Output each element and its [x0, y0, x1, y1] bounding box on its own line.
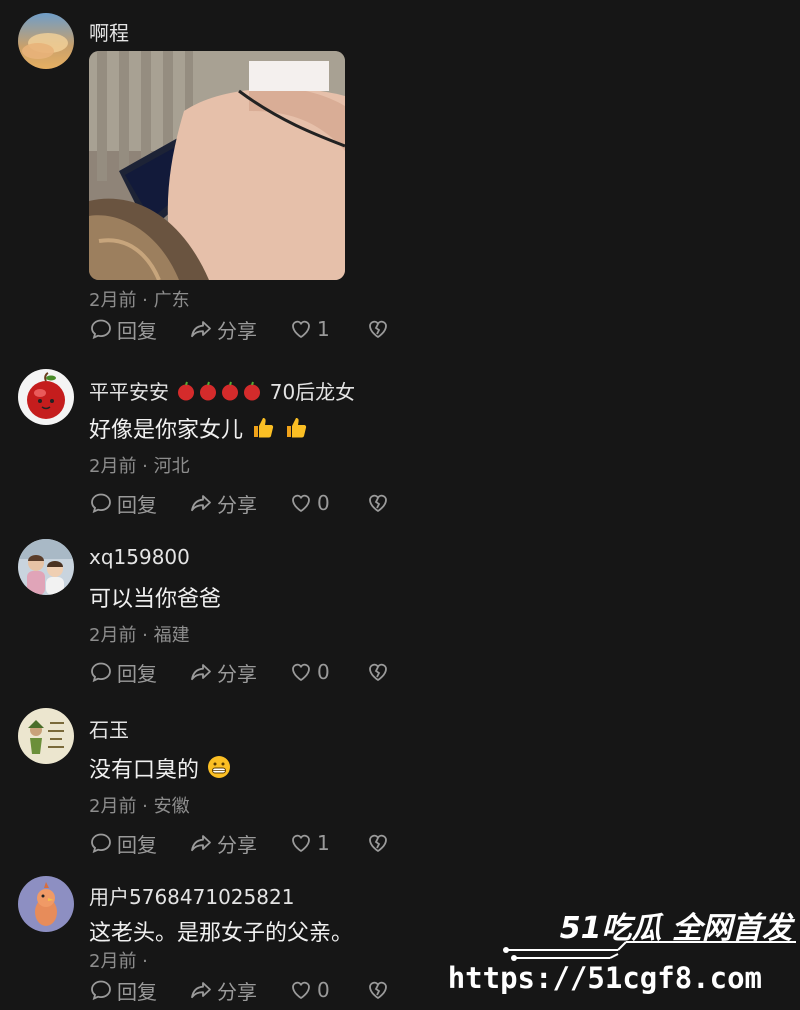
reply-label: 回复 — [117, 492, 157, 517]
dislike-button[interactable] — [366, 491, 396, 515]
reply-icon — [91, 662, 111, 683]
share-button[interactable]: 分享 — [189, 829, 289, 858]
comment-meta: 2月前 · 安徽 — [89, 796, 190, 817]
comment-text-content: 没有口臭的 — [89, 758, 200, 783]
comment-actions: 回复 分享 1 — [89, 314, 396, 344]
share-label: 分享 — [217, 492, 257, 517]
reply-label: 回复 — [117, 318, 157, 343]
username-suffix: 70后龙女 — [269, 380, 356, 404]
dislike-button[interactable] — [366, 660, 396, 684]
heart-icon — [292, 320, 310, 338]
heart-icon — [292, 663, 310, 681]
share-label: 分享 — [217, 832, 257, 857]
broken-heart-icon — [369, 834, 387, 852]
like-count: 0 — [317, 660, 330, 684]
reply-button[interactable]: 回复 — [89, 315, 189, 344]
like-button[interactable]: 0 — [289, 660, 366, 684]
reply-icon — [91, 980, 111, 1001]
share-icon — [191, 982, 211, 999]
watermark-title: 51吃瓜 全网首发 — [559, 911, 792, 946]
dislike-button[interactable] — [366, 831, 396, 855]
share-label: 分享 — [217, 979, 257, 1004]
comment-item: xq159800 可以当你爸爸 2月前 · 福建 回复 分享 0 — [0, 530, 800, 700]
reply-button[interactable]: 回复 — [89, 829, 189, 858]
avatar[interactable] — [18, 708, 74, 764]
watermark: 51吃瓜 全网首发 https://51cgf8.com — [448, 895, 800, 1010]
avatar[interactable] — [18, 13, 74, 69]
apple-icon — [244, 381, 261, 401]
comment-text: 可以当你爸爸 — [89, 587, 222, 612]
username[interactable]: 啊程 — [89, 17, 129, 46]
share-icon — [191, 321, 211, 338]
share-button[interactable]: 分享 — [189, 315, 289, 344]
share-button[interactable]: 分享 — [189, 489, 289, 518]
watermark-url[interactable]: https://51cgf8.com — [448, 961, 762, 995]
reply-button[interactable]: 回复 — [89, 658, 189, 687]
like-button[interactable]: 1 — [289, 317, 366, 341]
heart-icon — [292, 494, 310, 512]
share-icon — [191, 495, 211, 512]
comment-text: 好像是你家女儿 — [89, 412, 309, 444]
comment-actions: 回复 分享 0 — [89, 488, 396, 518]
like-button[interactable]: 0 — [289, 978, 366, 1002]
reply-button[interactable]: 回复 — [89, 976, 189, 1005]
share-label: 分享 — [217, 318, 257, 343]
comment-photo[interactable] — [89, 51, 345, 280]
broken-heart-icon — [369, 320, 387, 338]
like-count: 1 — [317, 317, 330, 341]
share-label: 分享 — [217, 661, 257, 686]
comment-actions: 回复 分享 1 — [89, 828, 396, 858]
comment-text: 这老头。是那女子的父亲。 — [89, 921, 354, 946]
thumbs-up-emoji-icon — [287, 418, 307, 438]
like-count: 1 — [317, 831, 330, 855]
heart-icon — [292, 834, 310, 852]
reply-label: 回复 — [117, 832, 157, 857]
like-button[interactable]: 0 — [289, 491, 366, 515]
apple-icon — [222, 381, 239, 401]
reply-label: 回复 — [117, 661, 157, 686]
comment-actions: 回复 分享 0 — [89, 975, 396, 1005]
share-icon — [191, 664, 211, 681]
apple-icon — [178, 381, 195, 401]
apple-icon — [200, 381, 217, 401]
comment-text: 没有口臭的 — [89, 752, 232, 784]
username-main: 平平安安 — [89, 380, 169, 404]
comment-meta: 2月前 · — [89, 951, 148, 972]
avatar[interactable] — [18, 539, 74, 595]
dislike-button[interactable] — [366, 317, 396, 341]
comment-meta: 2月前 · 广东 — [89, 290, 190, 311]
comment-item: 平平安安 70后龙女 好像是你家女儿 2月前 · 河北 回复 分享 0 — [0, 360, 800, 530]
thumbs-up-emoji-icon — [254, 418, 274, 438]
comment-meta: 2月前 · 河北 — [89, 456, 190, 477]
username[interactable]: 用户5768471025821 — [89, 881, 294, 910]
heart-icon — [292, 981, 310, 999]
reply-label: 回复 — [117, 979, 157, 1004]
reply-icon — [91, 319, 111, 340]
username[interactable]: xq159800 — [89, 545, 190, 569]
reply-icon — [91, 493, 111, 514]
comment-meta: 2月前 · 福建 — [89, 625, 190, 646]
avatar[interactable] — [18, 369, 74, 425]
share-button[interactable]: 分享 — [189, 976, 289, 1005]
avatar[interactable] — [18, 876, 74, 932]
reply-icon — [91, 833, 111, 854]
broken-heart-icon — [369, 981, 387, 999]
like-count: 0 — [317, 491, 330, 515]
share-icon — [191, 835, 211, 852]
comment-item: 石玉 没有口臭的 2月前 · 安徽 回复 分享 1 — [0, 700, 800, 870]
share-button[interactable]: 分享 — [189, 658, 289, 687]
broken-heart-icon — [369, 663, 387, 681]
comment-actions: 回复 分享 0 — [89, 657, 396, 687]
username[interactable]: 平平安安 70后龙女 — [89, 376, 355, 405]
reply-button[interactable]: 回复 — [89, 489, 189, 518]
like-count: 0 — [317, 978, 330, 1002]
username[interactable]: 石玉 — [89, 714, 129, 743]
dislike-button[interactable] — [366, 978, 396, 1002]
comment-item: 啊程 2月前 · 广东 回复 分享 1 — [0, 0, 800, 350]
apple-emoji-group — [175, 380, 269, 404]
comment-text-content: 好像是你家女儿 — [89, 418, 244, 443]
like-button[interactable]: 1 — [289, 831, 366, 855]
grinning-face-emoji-icon — [208, 756, 231, 778]
broken-heart-icon — [369, 494, 387, 512]
